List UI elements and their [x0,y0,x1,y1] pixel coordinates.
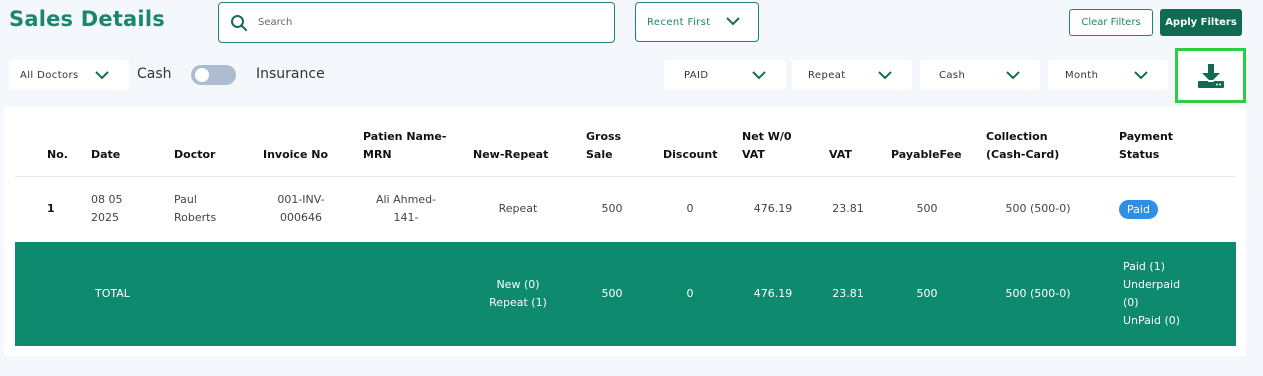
cell-patient-line1: Ali Ahmed- [375,193,437,206]
header-collection-line1: Collection [986,130,1048,143]
header-status-line1: Payment [1119,130,1174,143]
cash-toggle-label: Cash [137,66,172,82]
apply-filters-button[interactable]: Apply Filters [1160,9,1242,36]
cash-insurance-toggle[interactable] [191,65,236,85]
period-dropdown[interactable]: Month [1048,60,1168,90]
sort-dropdown[interactable]: Recent First [635,2,759,42]
cell-doctor-line2: Roberts [174,211,217,224]
payment-method-dropdown[interactable]: Cash [920,60,1040,90]
cell-patient-line2: 141- [393,211,419,224]
header-net: Net W/0 VAT [742,128,792,164]
cell-discount: 0 [686,202,694,215]
header-gross-line1: Gross [586,130,622,143]
insurance-toggle-label: Insurance [256,66,325,82]
header-payable: PayableFee [891,148,962,161]
total-gross: 500 [601,287,623,300]
cell-date: 08 05 2025 [91,191,123,227]
total-payable: 500 [916,287,938,300]
cell-collection: 500 (500-0) [1005,202,1071,215]
header-vat: VAT [829,148,852,161]
total-unpaid: UnPaid (0) [1123,314,1181,327]
header-gross-sale: Gross Sale [586,128,621,164]
cell-no: 1 [47,202,55,215]
cell-vat: 23.81 [832,202,864,215]
cell-patient: Ali Ahmed- 141- [361,191,451,227]
clear-filters-button[interactable]: Clear Filters [1069,9,1153,36]
total-underpaid: Underpaid [1123,278,1181,291]
download-icon [1197,63,1224,88]
header-gross-line2: Sale [586,148,613,161]
header-collection-line2: (Cash-Card) [986,148,1060,161]
chevron-down-icon [752,71,766,80]
visit-type-value: Repeat [808,69,846,81]
payment-status-dropdown[interactable]: PAID [664,60,786,90]
total-paid: Paid (1) [1123,260,1165,273]
header-no: No. [47,148,68,161]
total-new-repeat: New (0) Repeat (1) [478,276,558,312]
cell-date-line2: 2025 [91,211,119,224]
cell-doctor-line1: Paul [174,193,197,206]
doctor-filter-value: All Doctors [20,69,79,81]
cell-gross: 500 [601,202,623,215]
total-status-summary: Paid (1) Underpaid (0) UnPaid (0) [1123,258,1180,330]
chevron-down-icon [878,71,892,80]
header-date: Date [91,148,121,161]
payment-method-value: Cash [939,69,966,81]
header-status: Payment Status [1119,128,1173,164]
header-patient-line2: MRN [363,148,392,161]
sort-dropdown-value: Recent First [647,16,711,28]
page-title: Sales Details [9,7,165,31]
total-collection: 500 (500-0) [1005,287,1071,300]
total-new: New (0) [496,278,540,291]
cell-date-line1: 08 05 [91,193,123,206]
header-invoice: Invoice No [263,148,328,161]
download-button[interactable] [1175,48,1246,103]
toggle-knob [195,68,209,82]
chevron-down-icon [1134,71,1148,80]
header-doctor: Doctor [174,148,216,161]
header-status-line2: Status [1119,148,1160,161]
total-net: 476.19 [753,287,793,300]
chevron-down-icon [95,71,109,80]
cell-invoice-line1: 001-INV- [277,193,325,206]
header-net-line2: VAT [742,148,765,161]
total-repeat: Repeat (1) [489,296,547,309]
header-divider [15,176,1236,177]
cell-invoice: 001-INV- 000646 [262,191,340,227]
header-patient-line1: Patien Name- [363,130,447,143]
header-collection: Collection (Cash-Card) [986,128,1059,164]
status-badge: Paid [1119,200,1158,219]
header-net-line1: Net W/0 [742,130,792,143]
doctor-filter-dropdown[interactable]: All Doctors [9,60,129,90]
header-new-repeat: New-Repeat [473,148,549,161]
period-value: Month [1065,69,1099,81]
payment-status-value: PAID [684,69,709,81]
chevron-down-icon [1006,71,1020,80]
total-vat: 23.81 [832,287,864,300]
total-label: TOTAL [95,287,130,300]
search-input[interactable] [258,17,588,28]
total-underpaid-count: (0) [1123,296,1139,309]
total-discount: 0 [686,287,694,300]
cell-net: 476.19 [753,202,793,215]
visit-type-dropdown[interactable]: Repeat [792,60,912,90]
cell-payable: 500 [916,202,938,215]
search-box[interactable] [218,2,615,43]
header-discount: Discount [663,148,718,161]
cell-invoice-line2: 000646 [280,211,322,224]
cell-doctor: Paul Roberts [174,191,216,227]
search-icon [231,14,247,31]
cell-new-repeat: Repeat [498,202,538,215]
chevron-down-icon [726,17,740,26]
header-patient: Patien Name- MRN [363,128,446,164]
